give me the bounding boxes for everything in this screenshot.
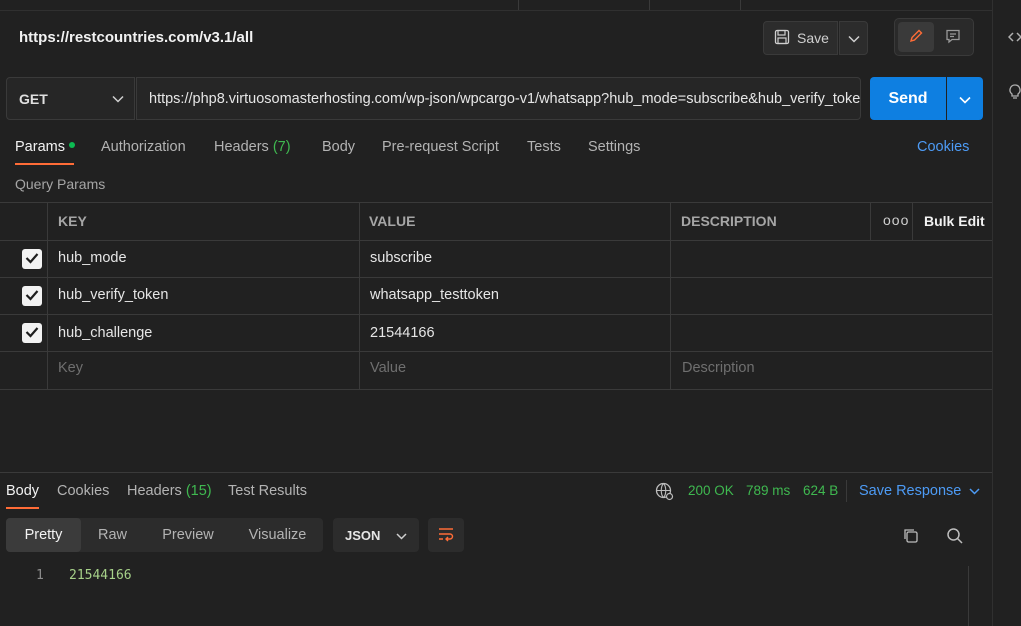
method-label: GET — [19, 90, 48, 107]
checkmark-icon — [25, 251, 39, 267]
row-enabled-checkbox[interactable] — [22, 249, 42, 269]
headers-count: (7) — [272, 139, 291, 155]
response-headers-count: (15) — [185, 483, 212, 499]
tab-strip — [0, 0, 992, 11]
response-body-text[interactable]: 21544166 — [69, 568, 132, 583]
table-border — [870, 202, 871, 240]
table-border — [0, 277, 992, 278]
tab-divider — [740, 0, 741, 10]
save-response-label: Save Response — [859, 483, 962, 499]
new-description-input[interactable]: Description — [682, 360, 755, 376]
table-border — [0, 314, 992, 315]
tab-divider — [518, 0, 519, 10]
format-select[interactable]: JSON — [333, 518, 419, 552]
pencil-icon — [908, 28, 924, 47]
chevron-down-icon — [959, 91, 971, 107]
tab-settings[interactable]: Settings — [588, 139, 640, 155]
response-tab-headers[interactable]: Headers (15) — [127, 483, 212, 499]
tab-divider — [649, 0, 650, 10]
param-value[interactable]: 21544166 — [370, 325, 435, 341]
url-text: https://php8.virtuosomasterhosting.com/w… — [149, 90, 861, 107]
lightbulb-icon[interactable] — [1008, 84, 1021, 103]
tab-params-label: Params — [15, 139, 65, 155]
tab-headers[interactable]: Headers (7) — [214, 139, 291, 155]
row-enabled-checkbox[interactable] — [22, 286, 42, 306]
wrap-lines-button[interactable] — [428, 518, 464, 552]
table-border — [0, 389, 992, 390]
column-header-value: VALUE — [369, 213, 416, 229]
wrap-lines-icon — [437, 526, 455, 545]
active-tab-indicator — [15, 163, 74, 165]
chevron-down-icon — [847, 30, 860, 46]
checkmark-icon — [25, 325, 39, 341]
table-border — [0, 351, 992, 352]
send-button[interactable]: Send — [870, 77, 946, 120]
table-border — [670, 202, 671, 389]
row-enabled-checkbox[interactable] — [22, 323, 42, 343]
copy-icon[interactable] — [902, 527, 920, 548]
tab-params[interactable]: Params — [15, 139, 75, 155]
search-icon[interactable] — [946, 527, 964, 548]
response-tab-test-results[interactable]: Test Results — [228, 483, 307, 499]
response-tab-cookies[interactable]: Cookies — [57, 483, 109, 499]
status-code[interactable]: 200 OK — [688, 483, 734, 498]
new-key-input[interactable]: Key — [58, 360, 83, 376]
url-input[interactable]: https://php8.virtuosomasterhosting.com/w… — [136, 77, 861, 120]
save-label: Save — [797, 30, 829, 46]
response-size[interactable]: 624 B — [803, 483, 838, 498]
comment-icon — [945, 28, 961, 47]
save-response-button[interactable]: Save Response — [859, 483, 980, 499]
param-value[interactable]: whatsapp_testtoken — [370, 287, 499, 303]
divider — [846, 480, 847, 502]
table-border — [0, 202, 992, 203]
response-time[interactable]: 789 ms — [746, 483, 790, 498]
table-border — [47, 202, 48, 389]
table-border — [912, 202, 913, 240]
param-key[interactable]: hub_challenge — [58, 325, 152, 341]
code-icon[interactable] — [1007, 30, 1021, 47]
param-value[interactable]: subscribe — [370, 250, 432, 266]
bulk-edit-button[interactable]: Bulk Edit — [924, 213, 985, 229]
param-key[interactable]: hub_verify_token — [58, 287, 168, 303]
checkmark-icon — [25, 288, 39, 304]
chevron-down-icon — [969, 483, 980, 499]
format-label: JSON — [345, 527, 381, 543]
view-raw[interactable]: Raw — [81, 518, 144, 552]
view-preview[interactable]: Preview — [144, 518, 232, 552]
tab-authorization[interactable]: Authorization — [101, 139, 186, 155]
cookies-link[interactable]: Cookies — [917, 139, 969, 155]
params-active-dot — [68, 142, 75, 149]
more-options-button[interactable]: ooo — [883, 212, 909, 228]
tab-tests[interactable]: Tests — [527, 139, 561, 155]
param-key[interactable]: hub_mode — [58, 250, 127, 266]
send-options-button[interactable] — [947, 77, 983, 120]
pane-divider[interactable] — [0, 472, 992, 473]
table-border — [359, 202, 360, 389]
save-icon — [774, 29, 790, 48]
response-tab-body[interactable]: Body — [6, 483, 39, 499]
scrollbar[interactable] — [968, 566, 969, 626]
view-visualize[interactable]: Visualize — [232, 518, 323, 552]
view-pretty[interactable]: Pretty — [6, 518, 81, 552]
column-header-description: DESCRIPTION — [681, 213, 777, 229]
request-title[interactable]: https://restcountries.com/v3.1/all — [19, 29, 253, 46]
response-tab-headers-label: Headers — [127, 483, 182, 499]
tab-body[interactable]: Body — [322, 139, 355, 155]
table-border — [0, 240, 992, 241]
globe-icon[interactable] — [655, 482, 674, 504]
chevron-down-icon — [112, 90, 124, 106]
chevron-down-icon — [396, 528, 407, 543]
documentation-mode-button[interactable] — [936, 22, 970, 52]
active-response-tab-indicator — [6, 507, 39, 509]
save-button[interactable]: Save — [763, 21, 838, 55]
new-value-input[interactable]: Value — [370, 360, 406, 376]
tab-prerequest-script[interactable]: Pre-request Script — [382, 139, 499, 155]
save-options-button[interactable] — [839, 21, 868, 55]
edit-mode-button[interactable] — [898, 22, 934, 52]
tab-headers-label: Headers — [214, 139, 269, 155]
query-params-title: Query Params — [15, 176, 106, 192]
line-number: 1 — [36, 568, 44, 583]
column-header-key: KEY — [58, 213, 87, 229]
